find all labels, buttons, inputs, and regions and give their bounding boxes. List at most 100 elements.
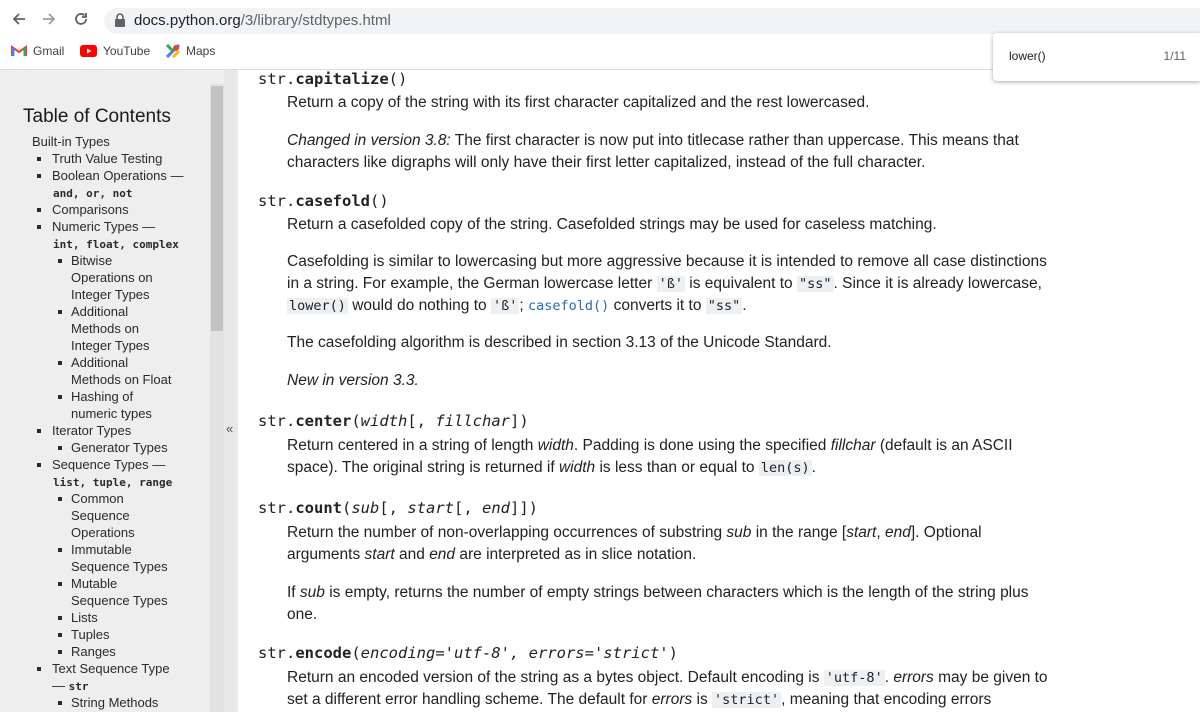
toc-item[interactable]: Lists — [0, 609, 212, 626]
toc-item[interactable]: numeric types — [0, 405, 212, 422]
bookmark-maps[interactable]: Maps — [166, 44, 215, 58]
sig-punct: [, — [454, 499, 483, 517]
toc-item[interactable]: Comparisons — [0, 201, 212, 218]
inline-code: len(s) — [758, 460, 812, 476]
bookmark-label: YouTube — [103, 44, 151, 58]
toc-text: — — [52, 678, 69, 693]
toc-label: Hashing of — [71, 388, 133, 405]
toc-item[interactable]: and, or, not — [0, 184, 212, 201]
toc-text: Comparisons — [52, 202, 129, 217]
reload-button[interactable] — [68, 6, 94, 32]
sig-args: () — [369, 192, 389, 210]
toc-item[interactable]: String Methods — [0, 694, 212, 711]
toc-item[interactable]: Additional — [0, 303, 212, 320]
sidebar-scrollbar-thumb[interactable] — [211, 86, 223, 331]
toc-item[interactable]: list, tuple, range — [0, 473, 212, 490]
toc-item[interactable]: Operations — [0, 524, 212, 541]
toc-code: str — [68, 680, 89, 693]
toc-text: Methods on Float — [71, 372, 172, 387]
toc-label: Bitwise — [71, 252, 112, 269]
bullet-icon — [58, 548, 62, 552]
bullet-icon — [58, 259, 62, 263]
url-path: /3/library/stdtypes.html — [240, 12, 391, 29]
find-input[interactable] — [1009, 49, 1129, 63]
toc-item[interactable]: Methods on — [0, 320, 212, 337]
center-description: Return centered in a string of length wi… — [287, 435, 1057, 479]
sidebar-collapse-button[interactable] — [224, 70, 238, 712]
bullet-icon — [58, 650, 62, 654]
toc-label: Boolean Operations — — [52, 167, 184, 184]
bookmark-gmail[interactable]: Gmail — [11, 44, 64, 58]
text: are interpreted as in slice notation. — [455, 546, 697, 563]
toc-item[interactable]: int, float, complex — [0, 235, 212, 252]
text: Return the number of non-overlapping occ… — [287, 524, 727, 541]
toc-item[interactable]: Sequence Types — — [0, 456, 212, 473]
toc-label: Truth Value Testing — [52, 150, 162, 167]
bullet-icon — [58, 361, 62, 365]
url-text[interactable]: docs.python.org/3/library/stdtypes.html — [134, 12, 391, 29]
bullet-icon — [37, 208, 41, 212]
toc-label: Additional — [71, 354, 128, 371]
toc-item[interactable]: Additional — [0, 354, 212, 371]
toc-item[interactable]: Operations on — [0, 269, 212, 286]
sig-arg: fillchar — [435, 412, 510, 430]
toc-item[interactable]: Sequence — [0, 507, 212, 524]
toc-item[interactable]: Truth Value Testing — [0, 150, 212, 167]
back-button[interactable] — [6, 6, 32, 32]
casefold-description: Return a casefolded copy of the string. … — [287, 216, 937, 233]
toc-item[interactable]: — str — [0, 677, 212, 694]
toc-text: Numeric Types — — [52, 219, 156, 234]
param: sub — [726, 524, 752, 541]
param: errors — [651, 691, 693, 708]
sig-arg: width — [360, 412, 408, 430]
forward-button[interactable] — [36, 6, 62, 32]
toc-item[interactable]: Boolean Operations — — [0, 167, 212, 184]
param: width — [558, 459, 596, 476]
toc-item[interactable]: Integer Types — [0, 337, 212, 354]
toc-code: int, float, complex — [53, 238, 179, 251]
toc-label: Generator Types — [71, 439, 168, 456]
toc-item[interactable]: Built-in Types — [0, 133, 212, 150]
toc-item[interactable]: Integer Types — [0, 286, 212, 303]
method-signature-casefold: str.casefold() — [258, 192, 389, 210]
toc-item[interactable]: Ranges — [0, 643, 212, 660]
sig-name: count — [295, 499, 342, 517]
sig-prefix: str. — [258, 644, 296, 662]
toc-text: numeric types — [71, 406, 152, 421]
toc-label: Integer Types — [71, 286, 150, 303]
toc-item[interactable]: Hashing of — [0, 388, 212, 405]
toc-item[interactable]: Text Sequence Type — [0, 660, 212, 677]
count-empty-note: If sub is empty, returns the number of e… — [287, 582, 1057, 626]
arrow-left-icon — [12, 13, 25, 25]
toc-item[interactable]: Tuples — [0, 626, 212, 643]
toc-item[interactable]: Iterator Types — [0, 422, 212, 439]
toc-item[interactable]: Mutable — [0, 575, 212, 592]
toc-item[interactable]: Methods on Float — [0, 371, 212, 388]
bullet-icon — [58, 497, 62, 501]
sig-prefix: str. — [258, 192, 296, 210]
sig-name: encode — [295, 644, 352, 662]
bullet-icon — [58, 616, 62, 620]
text: is empty, returns the number of empty st… — [287, 584, 1029, 623]
bullet-icon — [37, 463, 41, 467]
casefold-link[interactable]: casefold() — [528, 298, 609, 314]
find-highlight-lower[interactable]: lower() — [287, 298, 348, 314]
inline-code: "ss" — [705, 298, 743, 314]
bookmark-youtube[interactable]: YouTube — [80, 44, 150, 58]
bullet-icon — [58, 582, 62, 586]
bullet-icon — [58, 633, 62, 637]
param: sub — [299, 584, 325, 601]
address-bar[interactable]: docs.python.org/3/library/stdtypes.html — [104, 8, 1200, 34]
find-bar: 1/11 — [993, 33, 1200, 81]
toc-text: Text Sequence Type — [52, 661, 170, 676]
toc-item[interactable]: Sequence Types — [0, 592, 212, 609]
youtube-icon — [80, 45, 97, 57]
toc-item[interactable]: Sequence Types — [0, 558, 212, 575]
toc-item[interactable]: Bitwise — [0, 252, 212, 269]
toc-item[interactable]: Numeric Types — — [0, 218, 212, 235]
toc-item[interactable]: Common — [0, 490, 212, 507]
toc-item[interactable]: Generator Types — [0, 439, 212, 456]
toc-text: Additional — [71, 355, 129, 370]
bookmark-label: Gmail — [33, 44, 65, 58]
toc-item[interactable]: Immutable — [0, 541, 212, 558]
